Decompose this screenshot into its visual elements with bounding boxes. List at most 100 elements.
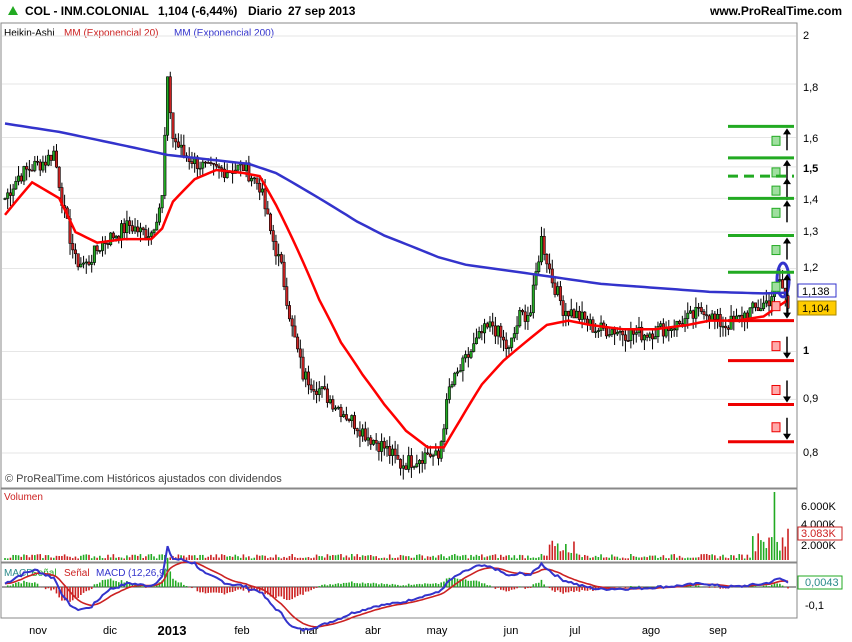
volume-bar [248,556,250,560]
price-tick-8: 0,9 [803,393,818,405]
candle-body [466,354,470,358]
volume-bar [69,556,71,560]
macd-hist-bar [20,583,23,587]
macd-hist-bar [207,587,210,593]
volume-bar [678,555,681,560]
volume-bar [475,554,478,560]
candle-body [491,321,495,327]
macd-hist-bar [80,587,82,595]
volume-bar [237,556,239,560]
volume-bar [719,556,722,560]
volume-bar [667,558,670,560]
volume-bar [207,556,210,560]
candle-body [287,305,291,320]
level-up-arrowhead [783,128,791,135]
candle-body [342,414,346,417]
candle-body [431,454,435,457]
macd-hist-bar [494,587,497,589]
volume-bar [367,555,369,560]
macd-hist-bar [475,580,478,587]
candle-body [371,439,375,445]
volume-bar [559,551,562,560]
volume-bar [20,556,23,560]
volume-bar [665,558,667,560]
volume-bar [513,555,516,560]
candle-body [274,241,278,257]
level-down-marker [771,341,781,352]
candle-body [79,263,83,268]
candle-body [27,168,31,171]
volume-bar [378,558,380,560]
candle-body [753,302,757,308]
macd-hist-bar [277,587,280,597]
candle-body [618,330,622,333]
volume-bar [326,554,329,560]
target-levels [728,124,794,444]
macd-hist-bar [781,585,784,587]
volume-bar [749,557,751,560]
volume-bar [134,554,136,560]
volume-bar [340,554,342,560]
macd-hist-bar [372,582,375,587]
candle-body [309,384,313,390]
candle-body [76,253,80,268]
candle-body [138,227,142,233]
candle-body [607,334,611,337]
price-tick-4: 1,4 [803,194,818,206]
candle-body [203,161,207,164]
candle-body [87,261,91,265]
month-label-jun: jun [503,625,519,637]
volume-bar [88,554,90,560]
volume-bar [44,555,47,560]
candle-body [41,161,45,171]
macd-hist-bar [524,587,526,589]
volume-bar [592,557,594,560]
candle-body [260,188,264,193]
volume-bar [510,557,513,560]
candle-body [480,331,484,334]
volume-bar [383,557,386,560]
candle-body [393,448,397,456]
candle-body [49,154,53,161]
macd-hist-bar [497,587,499,588]
volume-bar [605,557,608,560]
volume-bar [369,554,372,560]
volume-bar [638,557,640,560]
candle-body [163,134,167,196]
macd-hist-bar [288,587,291,600]
candle-body [583,311,587,320]
price-tick-7: 1 [803,345,809,357]
volume-bar [153,556,155,560]
volume-bar [464,554,467,560]
volume-bar [350,553,353,560]
macd-hist-bar [467,580,470,587]
candle-body [748,307,752,319]
macd-hist-bar [776,583,778,587]
volume-bar [285,557,288,560]
candle-body [567,310,571,317]
volume-bar [107,554,109,560]
volume-bar [751,536,754,560]
macd-hist-bar [434,583,437,587]
volume-bar [543,555,545,560]
volume-bar [746,554,749,560]
volume-bar [589,557,592,560]
volume-bar [321,556,323,560]
macd-hist-bar [380,583,383,587]
volume-bar [234,554,237,560]
volume-bar [657,557,659,560]
candle-body [426,452,430,455]
volume-bar [462,555,464,560]
candle-body [106,243,110,245]
volume-bar [215,554,218,560]
volume-bar [695,557,697,560]
volume-bar [410,557,413,560]
volume-bar [532,557,535,560]
candle-body [542,235,546,255]
candle-body [669,328,673,331]
volume-bar [229,556,231,560]
volume-bar [556,543,559,560]
macd-hist-bar [369,583,372,587]
volume-bar [93,556,96,560]
volume-bar [586,555,589,560]
